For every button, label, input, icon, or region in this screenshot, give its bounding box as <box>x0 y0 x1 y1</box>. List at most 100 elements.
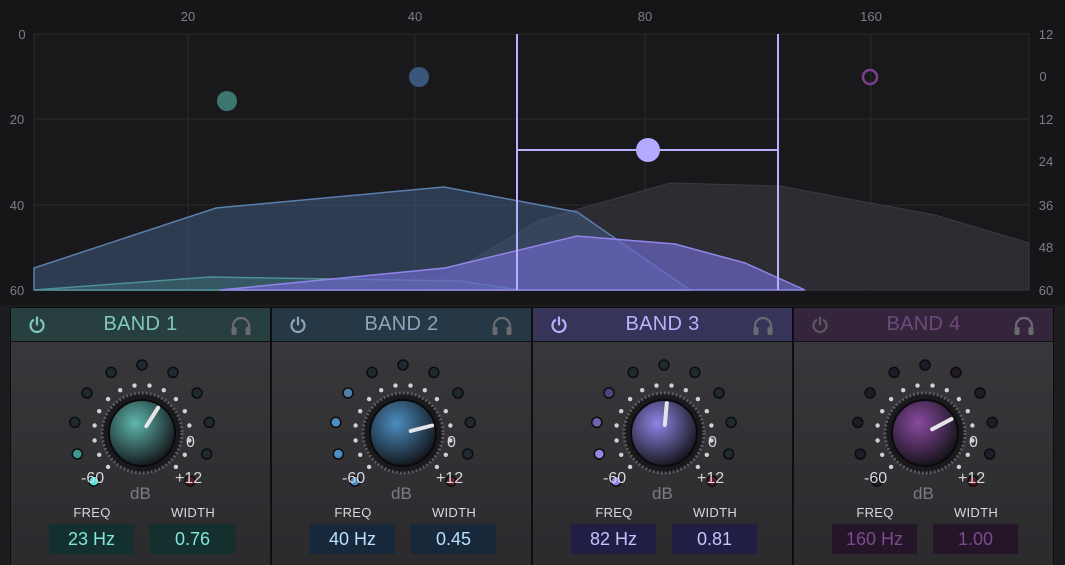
scale-tick <box>915 383 920 388</box>
band-title: BAND 4 <box>886 313 961 335</box>
right-tick-label: 36 <box>1039 198 1053 213</box>
scale-max-label: +12 <box>436 470 464 487</box>
gain-led-indicator <box>167 366 179 379</box>
spectrum-analyzer[interactable]: 20 40 80 160 0 20 40 60 12 0 12 24 36 48… <box>0 0 1065 305</box>
gain-unit-label: dB <box>391 484 412 503</box>
scale-tick <box>875 423 880 428</box>
gain-led-indicator <box>725 416 737 429</box>
gain-knob-area: -60 0 +12 <box>794 348 1055 498</box>
band-4-panel: BAND 4 -60 0 +12 dB FREQ WIDTH 160 Hz 1.00 <box>793 307 1054 565</box>
scale-tick <box>434 396 440 402</box>
freq-label: FREQ <box>856 505 894 520</box>
power-icon[interactable] <box>550 316 568 334</box>
right-tick-label: 48 <box>1039 240 1053 255</box>
scale-tick <box>695 464 701 470</box>
right-tick-label: 12 <box>1039 27 1053 42</box>
freq-tick-label: 80 <box>638 9 652 24</box>
headphones-icon[interactable] <box>752 316 774 336</box>
headphones-icon[interactable] <box>230 316 252 336</box>
scale-max-label: +12 <box>697 470 725 487</box>
gain-led-indicator <box>342 387 354 399</box>
gain-led-indicator <box>105 366 117 379</box>
gain-led-indicator <box>950 366 962 379</box>
gain-knob[interactable] <box>369 399 437 467</box>
scale-min-label: -60 <box>603 470 627 487</box>
scale-tick <box>182 452 187 457</box>
power-icon[interactable] <box>28 316 46 334</box>
width-value-field[interactable]: 0.45 <box>409 522 498 556</box>
scale-tick <box>105 464 111 470</box>
scale-tick <box>880 452 885 457</box>
scale-tick <box>422 388 427 393</box>
scale-tick <box>901 388 906 393</box>
scale-tick <box>118 388 123 393</box>
scale-tick <box>366 396 372 402</box>
gain-led-indicator <box>591 416 603 429</box>
band-1-node[interactable] <box>217 91 237 111</box>
freq-value-field[interactable]: 160 Hz <box>830 522 919 556</box>
gain-led-indicator <box>69 416 81 429</box>
band-2-node[interactable] <box>409 67 429 87</box>
width-value-field[interactable]: 1.00 <box>931 522 1020 556</box>
scale-zero-label: 0 <box>708 434 717 451</box>
scale-zero-label: 0 <box>447 434 456 451</box>
gain-led-indicator <box>397 359 409 371</box>
gain-led-indicator <box>71 448 84 460</box>
scale-min-label: -60 <box>864 470 888 487</box>
scale-tick <box>619 409 624 414</box>
band-controls: BAND 1 -60 0 +12 dB FREQ WIDTH 23 Hz 0.76 BAND 2 -… <box>10 307 1055 565</box>
freq-value-field[interactable]: 40 Hz <box>308 522 397 556</box>
scale-tick <box>880 409 885 414</box>
gain-knob[interactable] <box>630 399 698 467</box>
scale-tick <box>92 423 97 428</box>
gain-led-indicator <box>722 448 735 460</box>
gain-knob-area: -60 0 +12 <box>11 348 272 498</box>
scale-tick <box>132 383 137 388</box>
power-icon[interactable] <box>289 316 307 334</box>
gain-knob[interactable] <box>891 399 959 467</box>
scale-zero-label: 0 <box>186 434 195 451</box>
scale-min-label: -60 <box>342 470 366 487</box>
left-tick-label: 60 <box>10 283 24 298</box>
scale-zero-label: 0 <box>969 434 978 451</box>
scale-tick <box>669 383 674 388</box>
scale-tick <box>443 452 448 457</box>
freq-value-field[interactable]: 23 Hz <box>47 522 136 556</box>
scale-tick <box>619 452 624 457</box>
width-value-field[interactable]: 0.76 <box>148 522 237 556</box>
gain-knob[interactable] <box>108 399 176 467</box>
scale-tick <box>353 438 358 443</box>
scale-tick <box>97 452 102 457</box>
gain-led-indicator <box>81 387 93 399</box>
headphones-icon[interactable] <box>1013 316 1035 336</box>
left-tick-label: 0 <box>18 27 25 42</box>
width-value-field[interactable]: 0.81 <box>670 522 759 556</box>
right-tick-label: 24 <box>1039 154 1053 169</box>
gain-led-indicator <box>986 416 998 429</box>
gain-led-indicator <box>452 387 464 399</box>
band-header: BAND 4 <box>794 308 1053 342</box>
power-icon[interactable] <box>811 316 829 334</box>
gain-unit-label: dB <box>130 484 151 503</box>
band-title: BAND 3 <box>625 313 700 335</box>
freq-tick-label: 40 <box>408 9 422 24</box>
headphones-icon[interactable] <box>491 316 513 336</box>
gain-led-indicator <box>461 448 474 460</box>
right-tick-label: 12 <box>1039 112 1053 127</box>
analyzer-graph[interactable]: 20 40 80 160 0 20 40 60 12 0 12 24 36 48… <box>0 0 1065 305</box>
scale-tick <box>173 396 179 402</box>
scale-tick <box>627 396 633 402</box>
scale-tick <box>353 423 358 428</box>
scale-tick <box>930 383 935 388</box>
scale-tick <box>627 464 633 470</box>
scale-tick <box>379 388 384 393</box>
band-3-node[interactable] <box>636 138 660 162</box>
gain-led-indicator <box>191 387 203 399</box>
freq-value-field[interactable]: 82 Hz <box>569 522 658 556</box>
scale-tick <box>970 423 975 428</box>
right-tick-label: 0 <box>1039 69 1046 84</box>
gain-unit-label: dB <box>652 484 673 503</box>
scale-tick <box>944 388 949 393</box>
scale-max-label: +12 <box>958 470 986 487</box>
scale-tick <box>640 388 645 393</box>
